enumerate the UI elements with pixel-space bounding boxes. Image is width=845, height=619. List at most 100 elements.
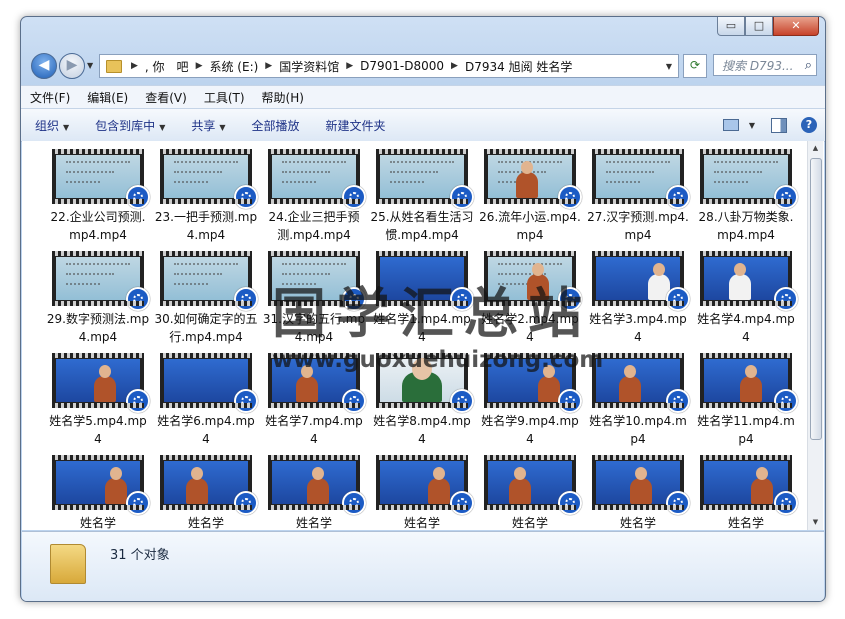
folder-icon [50,544,86,584]
video-thumbnail [52,353,150,413]
file-name: 姓名学3.mp4.mp4 [589,312,687,344]
menu-tools[interactable]: 工具(T) [195,86,253,108]
file-item[interactable]: 姓名学4.mp4.mp4 [694,251,798,346]
scroll-down-icon[interactable]: ▼ [808,515,823,530]
file-item[interactable]: 22.企业公司预测.mp4.mp4 [46,149,150,244]
media-player-icon [126,185,150,209]
breadcrumb-root[interactable]: , 你 吧 [141,58,193,75]
media-player-icon [774,491,798,515]
file-item[interactable]: 30.如何确定字的五行.mp4.mp4 [154,251,258,346]
media-player-icon [774,185,798,209]
breadcrumb-drive[interactable]: 系统 (E:) [205,58,262,75]
file-name: 23.一把手预测.mp4.mp4 [154,210,258,242]
file-item[interactable]: 25.从姓名看生活习惯.mp4.mp4 [370,149,474,244]
chevron-down-icon: ▼ [63,122,70,132]
maximize-button[interactable]: □ [745,17,773,36]
new-folder-button[interactable]: 新建文件夹 [312,117,398,134]
video-thumbnail [376,455,474,515]
chevron-right-icon[interactable]: ▶ [448,61,461,71]
file-item[interactable]: 28.八卦万物类象.mp4.mp4 [694,149,798,244]
media-player-icon [342,185,366,209]
item-count: 31 个对象 [110,548,170,563]
chevron-right-icon[interactable]: ▶ [343,61,356,71]
folder-icon [106,59,122,73]
back-button[interactable]: ◀ [31,53,57,79]
file-item[interactable]: 姓名学 [478,455,582,530]
include-in-library-label: 包含到库中 [95,118,156,133]
media-player-icon [774,287,798,311]
organize-button[interactable]: 组织 ▼ [21,117,81,134]
include-in-library-button[interactable]: 包含到库中 ▼ [81,117,177,134]
menu-help[interactable]: 帮助(H) [253,86,312,108]
file-name: 姓名学 [511,516,548,530]
search-input[interactable]: 搜索 D793... ⌕ [713,54,817,76]
vertical-scrollbar[interactable]: ▲ ▼ [807,141,823,530]
close-button[interactable]: ✕ [773,17,819,36]
media-player-icon [666,389,690,413]
caption-buttons: ▭ □ ✕ [717,17,819,36]
file-item[interactable]: 29.数字预测法.mp4.mp4 [46,251,150,346]
file-name: 姓名学 [295,516,332,530]
file-name: 姓名学11.mp4.mp4 [697,414,795,446]
file-name: 姓名学 [619,516,656,530]
scrollbar-thumb[interactable] [810,158,822,440]
file-item[interactable]: 姓名学3.mp4.mp4 [586,251,690,346]
play-all-button[interactable]: 全部播放 [238,117,312,134]
menu-edit[interactable]: 编辑(E) [78,86,136,108]
recent-pages-dropdown-icon[interactable]: ▼ [87,61,93,70]
forward-button[interactable]: ▶ [59,53,85,79]
media-player-icon [342,491,366,515]
video-thumbnail [52,455,150,515]
address-dropdown-icon[interactable]: ▼ [666,62,672,71]
media-player-icon [126,491,150,515]
breadcrumb-current[interactable]: D7934 旭阅 姓名学 [461,58,576,75]
file-item[interactable]: 姓名学 [370,455,474,530]
breadcrumb-range[interactable]: D7901-D8000 [356,59,448,73]
file-item[interactable]: 姓名学 [694,455,798,530]
video-thumbnail [700,149,798,209]
file-item[interactable]: 姓名学 [46,455,150,530]
file-item[interactable]: 姓名学 [586,455,690,530]
organize-label: 组织 [35,118,60,133]
video-thumbnail [484,149,582,209]
chevron-right-icon[interactable]: ▶ [128,61,141,71]
refresh-button[interactable]: ⟳ [683,54,707,78]
file-item[interactable]: 姓名学11.mp4.mp4 [694,353,798,448]
menu-view[interactable]: 查看(V) [136,86,195,108]
menu-file[interactable]: 文件(F) [21,86,78,108]
command-bar: 组织 ▼ 包含到库中 ▼ 共享 ▼ 全部播放 新建文件夹 ▼ ? [21,108,825,142]
view-options-chevron-icon[interactable]: ▼ [749,121,755,130]
change-view-icon[interactable] [722,119,739,131]
file-item[interactable]: 姓名学 [154,455,258,530]
video-thumbnail [160,353,258,413]
file-item[interactable]: 姓名学 [262,455,366,530]
chevron-right-icon[interactable]: ▶ [193,61,206,71]
address-bar[interactable]: ▶ , 你 吧 ▶ 系统 (E:) ▶ 国学资料馆 ▶ D7901-D8000 … [99,54,679,78]
help-icon[interactable]: ? [801,117,817,133]
file-item[interactable]: 23.一把手预测.mp4.mp4 [154,149,258,244]
video-thumbnail [484,455,582,515]
file-item[interactable]: 27.汉字预测.mp4.mp4 [586,149,690,244]
share-button[interactable]: 共享 ▼ [177,117,237,134]
file-item[interactable]: 姓名学5.mp4.mp4 [46,353,150,448]
file-item[interactable]: 姓名学6.mp4.mp4 [154,353,258,448]
preview-pane-icon[interactable] [771,117,787,133]
search-icon[interactable]: ⌕ [805,55,812,77]
file-name: 姓名学6.mp4.mp4 [157,414,255,446]
breadcrumb-library[interactable]: 国学资料馆 [275,58,343,75]
explorer-window: ▭ □ ✕ ◀ ▶ ▼ ▶ , 你 吧 ▶ 系统 (E:) ▶ 国学资料馆 ▶ … [20,16,826,602]
file-item[interactable]: 24.企业三把手预测.mp4.mp4 [262,149,366,244]
search-placeholder: 搜索 D793... [722,59,794,73]
file-item[interactable]: 26.流年小运.mp4.mp4 [478,149,582,244]
file-list-pane[interactable]: 22.企业公司预测.mp4.mp4 23.一把手预测.mp4.mp4 24.企业三把… [22,141,824,530]
media-player-icon [234,185,258,209]
file-name: 姓名学 [727,516,764,530]
video-thumbnail [376,149,474,209]
video-thumbnail [160,455,258,515]
minimize-button[interactable]: ▭ [717,17,745,36]
chevron-right-icon[interactable]: ▶ [262,61,275,71]
media-player-icon [234,389,258,413]
media-player-icon [234,491,258,515]
video-thumbnail [160,251,258,311]
scroll-up-icon[interactable]: ▲ [808,141,823,156]
